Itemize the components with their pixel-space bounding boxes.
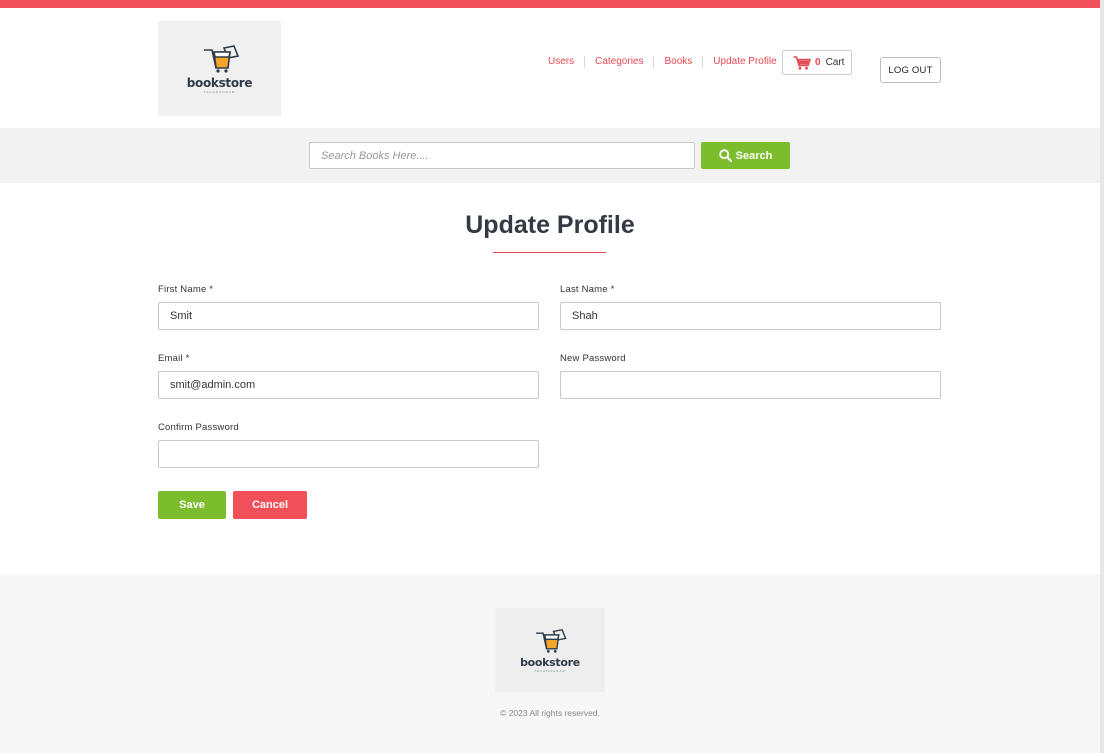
nav-link-users[interactable]: Users xyxy=(542,56,584,68)
header: bookstore TECHNOGRAM Users Categories Bo… xyxy=(0,8,1100,128)
footer-logo-subtext: TECHNOGRAM xyxy=(534,668,566,673)
logo-subtext: TECHNOGRAM xyxy=(203,89,236,94)
first-name-label: First Name * xyxy=(158,284,214,295)
scrollbar[interactable] xyxy=(1100,0,1104,753)
search-button-label: Search xyxy=(735,149,773,162)
logout-button[interactable]: LOG OUT xyxy=(880,57,941,83)
search-bar: Search xyxy=(0,128,1100,183)
cart-button[interactable]: 0 Cart xyxy=(782,50,852,75)
new-password-input[interactable] xyxy=(560,371,941,399)
first-name-input[interactable] xyxy=(158,302,539,330)
main-nav: Users Categories Books Update Profile xyxy=(542,56,787,68)
nav-link-update-profile[interactable]: Update Profile xyxy=(702,56,786,68)
cart-icon xyxy=(793,55,811,70)
email-input[interactable] xyxy=(158,371,539,399)
search-input[interactable] xyxy=(309,142,695,169)
footer: bookstore TECHNOGRAM © 2023 All rights r… xyxy=(0,574,1100,753)
book-cart-logo-icon xyxy=(536,628,567,653)
confirm-password-input[interactable] xyxy=(158,440,539,468)
email-label: Email * xyxy=(158,353,190,364)
search-icon xyxy=(718,149,732,162)
site-logo[interactable]: bookstore TECHNOGRAM xyxy=(158,21,281,116)
title-underline xyxy=(493,252,606,253)
confirm-password-label: Confirm Password xyxy=(158,422,239,433)
footer-logo[interactable]: bookstore TECHNOGRAM xyxy=(495,608,605,692)
cancel-button[interactable]: Cancel xyxy=(233,491,307,519)
last-name-label: Last Name * xyxy=(560,284,615,295)
search-button[interactable]: Search xyxy=(701,142,790,169)
copyright-text: © 2023 All rights reserved. xyxy=(500,708,600,718)
book-cart-logo-icon xyxy=(203,44,239,73)
page-title: Update Profile xyxy=(465,211,635,239)
logo-text: bookstore xyxy=(186,75,253,90)
top-accent-bar xyxy=(0,0,1100,8)
footer-logo-text: bookstore xyxy=(520,655,580,669)
cart-count: 0 xyxy=(815,57,821,68)
last-name-input[interactable] xyxy=(560,302,941,330)
nav-link-categories[interactable]: Categories xyxy=(584,56,653,68)
new-password-label: New Password xyxy=(560,353,626,364)
page: bookstore TECHNOGRAM Users Categories Bo… xyxy=(0,0,1100,753)
nav-link-books[interactable]: Books xyxy=(653,56,702,68)
save-button[interactable]: Save xyxy=(158,491,226,519)
cart-label: Cart xyxy=(825,57,845,68)
